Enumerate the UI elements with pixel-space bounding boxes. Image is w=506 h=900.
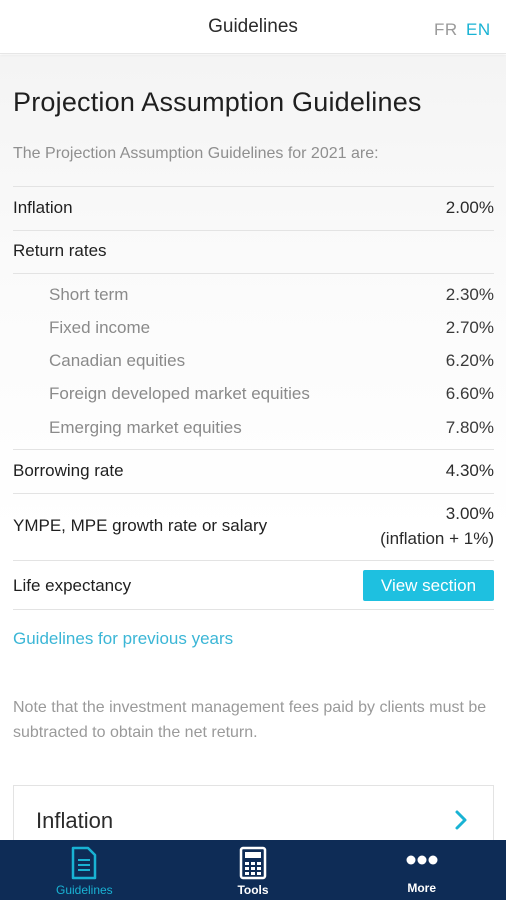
- document-icon: [72, 846, 97, 880]
- borrowing-value: 4.30%: [445, 461, 494, 480]
- nav-guidelines[interactable]: Guidelines: [0, 840, 169, 900]
- rate-value: 7.80%: [445, 418, 494, 437]
- list-item: Fixed income 2.70%: [13, 318, 494, 338]
- rate-value: 6.60%: [445, 384, 494, 403]
- nav-label: Tools: [237, 883, 269, 897]
- rate-label: Fixed income: [49, 318, 151, 337]
- calculator-icon: [239, 846, 267, 880]
- nav-label: More: [407, 881, 437, 895]
- divider: [13, 230, 494, 231]
- inflation-value: 2.00%: [445, 198, 494, 217]
- chevron-right-icon: [455, 810, 467, 830]
- borrowing-label: Borrowing rate: [13, 461, 124, 480]
- fees-note: Note that the investment management fees…: [13, 699, 487, 741]
- nav-more[interactable]: More: [337, 840, 506, 900]
- rate-value: 2.30%: [445, 285, 494, 304]
- list-item: Canadian equities 6.20%: [13, 351, 494, 371]
- life-expectancy-label: Life expectancy: [13, 575, 132, 595]
- rate-label: Short term: [49, 285, 129, 304]
- divider: [13, 449, 494, 450]
- list-item: Foreign developed market equities 6.60%: [13, 384, 494, 404]
- divider: [13, 273, 494, 274]
- inflation-card[interactable]: Inflation: [13, 785, 494, 840]
- ympe-value: 3.00% (inflation + 1%): [380, 501, 494, 551]
- header-title: Guidelines: [208, 16, 298, 37]
- rate-value: 6.20%: [445, 351, 494, 370]
- main-content[interactable]: Projection Assumption Guidelines The Pro…: [0, 55, 506, 840]
- top-bar: Guidelines FR EN: [0, 0, 506, 54]
- row-inflation: Inflation 2.00%: [13, 198, 494, 218]
- divider: [13, 493, 494, 494]
- row-ympe: YMPE, MPE growth rate or salary 3.00% (i…: [13, 501, 494, 551]
- inflation-label: Inflation: [13, 198, 73, 217]
- ympe-label: YMPE, MPE growth rate or salary: [13, 516, 268, 535]
- lang-en-toggle[interactable]: EN: [466, 20, 491, 40]
- bottom-navigation: Guidelines Tools More: [0, 840, 506, 900]
- row-life-expectancy: Life expectancy View section: [13, 570, 494, 601]
- row-return-rates: Return rates: [13, 241, 494, 261]
- lang-fr-toggle[interactable]: FR: [434, 20, 458, 40]
- list-item: Emerging market equities 7.80%: [13, 418, 494, 438]
- divider: [13, 186, 494, 187]
- return-rates-label: Return rates: [13, 241, 107, 260]
- ympe-note: (inflation + 1%): [380, 529, 494, 548]
- intro-text: The Projection Assumption Guidelines for…: [13, 145, 379, 162]
- nav-tools[interactable]: Tools: [169, 840, 338, 900]
- rate-label: Foreign developed market equities: [49, 384, 310, 403]
- list-item: Short term 2.30%: [13, 285, 494, 305]
- card-title: Inflation: [36, 808, 114, 833]
- rate-label: Canadian equities: [49, 351, 186, 370]
- nav-label: Guidelines: [55, 883, 113, 897]
- previous-years-link[interactable]: Guidelines for previous years: [13, 629, 233, 649]
- divider: [13, 609, 494, 610]
- row-borrowing-rate: Borrowing rate 4.30%: [13, 461, 494, 481]
- rate-value: 2.70%: [445, 318, 494, 337]
- ympe-rate: 3.00%: [445, 504, 494, 523]
- page-title: Projection Assumption Guidelines: [13, 87, 422, 117]
- rate-label: Emerging market equities: [49, 418, 242, 437]
- divider: [13, 560, 494, 561]
- more-dots-icon: [406, 855, 438, 865]
- view-section-button[interactable]: View section: [363, 570, 494, 601]
